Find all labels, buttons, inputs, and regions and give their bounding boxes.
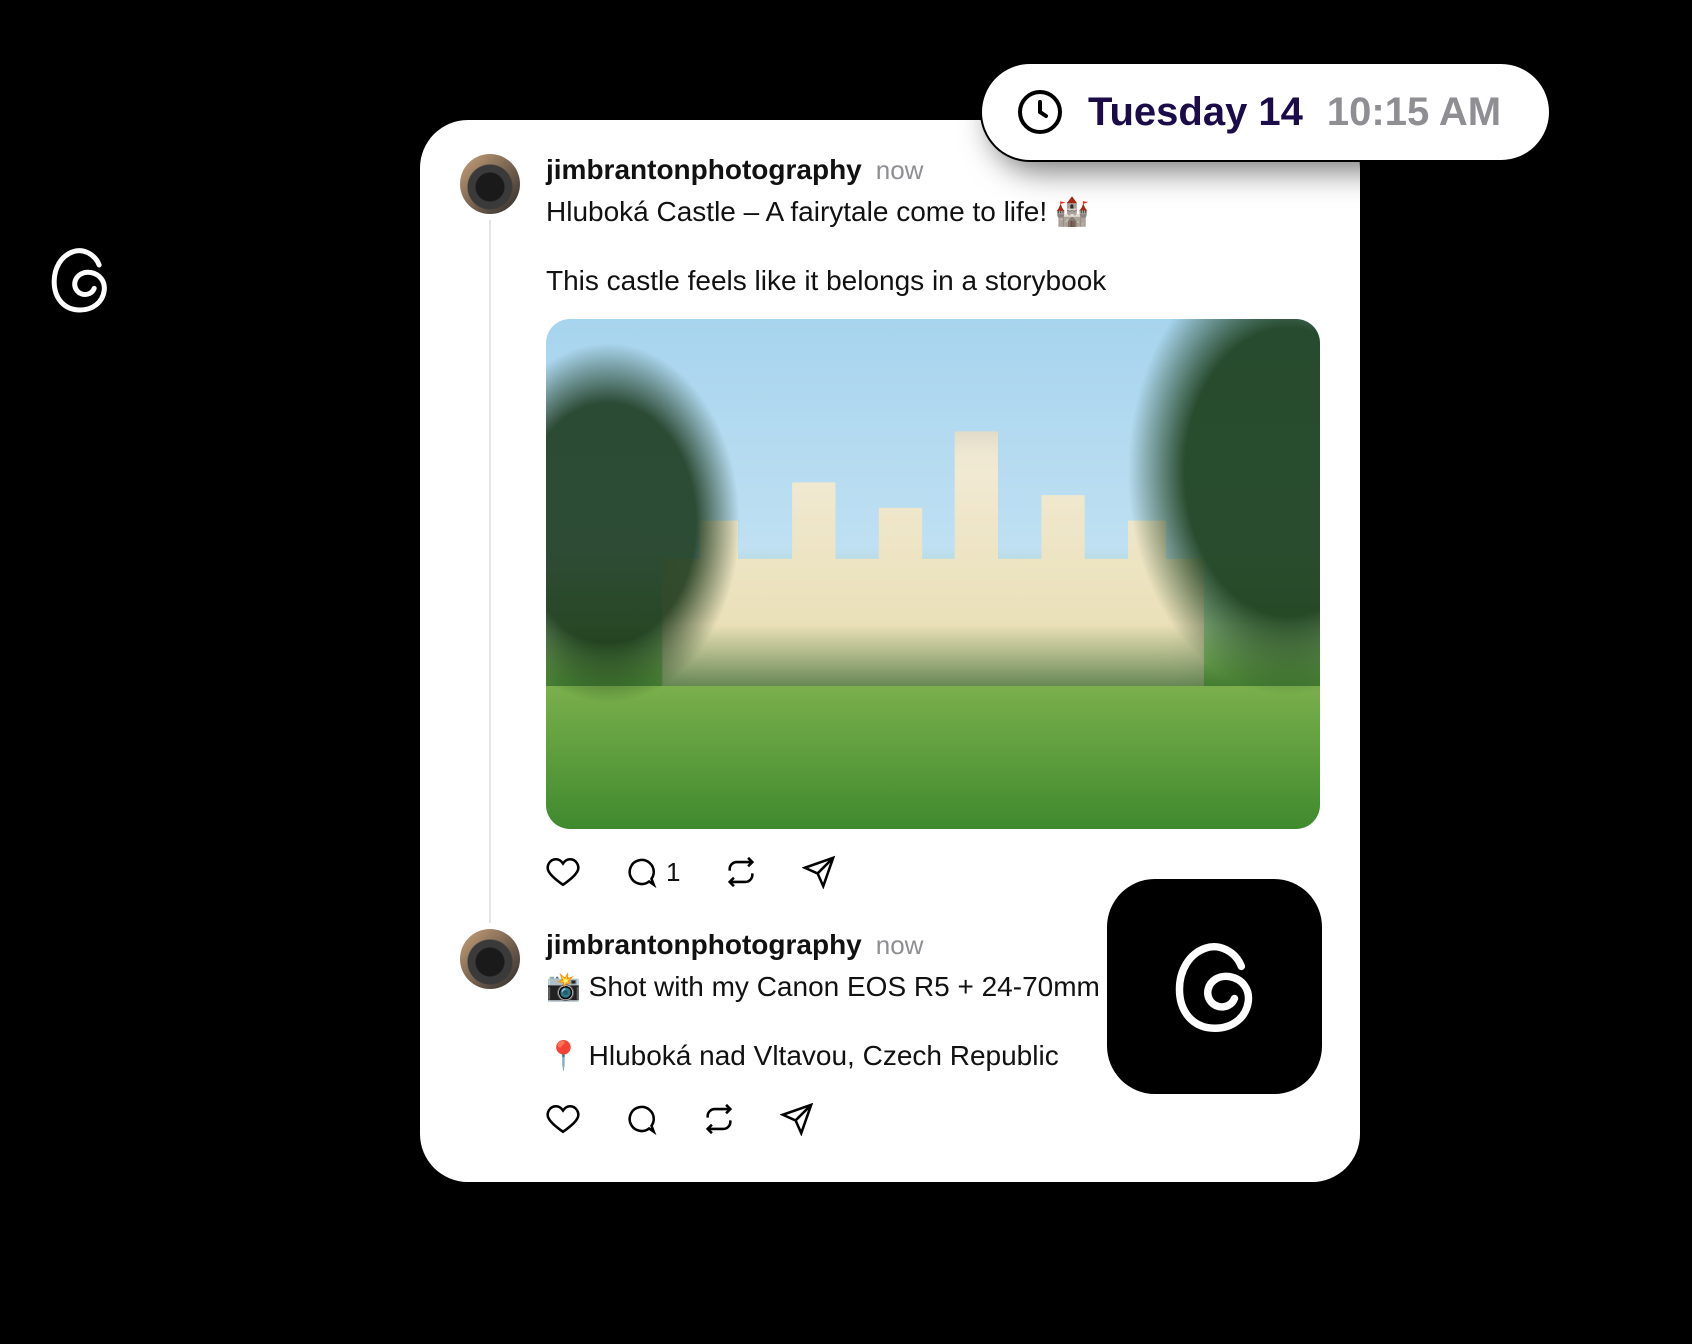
schedule-date: Tuesday 14 bbox=[1088, 90, 1303, 135]
username[interactable]: jimbrantonphotography bbox=[546, 929, 862, 961]
clock-icon bbox=[1016, 88, 1064, 136]
like-button[interactable] bbox=[546, 1102, 580, 1136]
comment-button[interactable]: 1 bbox=[624, 855, 680, 889]
avatar[interactable] bbox=[460, 929, 520, 989]
post: jimbrantonphotography now Hluboká Castle… bbox=[460, 154, 1320, 889]
repost-button[interactable] bbox=[702, 1102, 736, 1136]
schedule-pill: Tuesday 14 10:15 AM bbox=[980, 62, 1551, 162]
post-body-line: Hluboká Castle – A fairytale come to lif… bbox=[546, 192, 1320, 233]
threads-logo-icon bbox=[40, 240, 120, 320]
post-actions bbox=[546, 1102, 1320, 1136]
post-body: Hluboká Castle – A fairytale come to lif… bbox=[546, 192, 1320, 301]
schedule-time: 10:15 AM bbox=[1327, 90, 1501, 135]
comment-count: 1 bbox=[666, 857, 680, 888]
repost-button[interactable] bbox=[724, 855, 758, 889]
threads-app-tile bbox=[1107, 879, 1322, 1094]
thread-connector bbox=[489, 220, 491, 923]
post-timestamp: now bbox=[876, 930, 924, 961]
post-body-line: This castle feels like it belongs in a s… bbox=[546, 261, 1320, 302]
username[interactable]: jimbrantonphotography bbox=[546, 154, 862, 186]
avatar[interactable] bbox=[460, 154, 520, 214]
share-button[interactable] bbox=[780, 1102, 814, 1136]
like-button[interactable] bbox=[546, 855, 580, 889]
post-timestamp: now bbox=[876, 155, 924, 186]
comment-button[interactable] bbox=[624, 1102, 658, 1136]
share-button[interactable] bbox=[802, 855, 836, 889]
post-media[interactable] bbox=[546, 319, 1320, 829]
